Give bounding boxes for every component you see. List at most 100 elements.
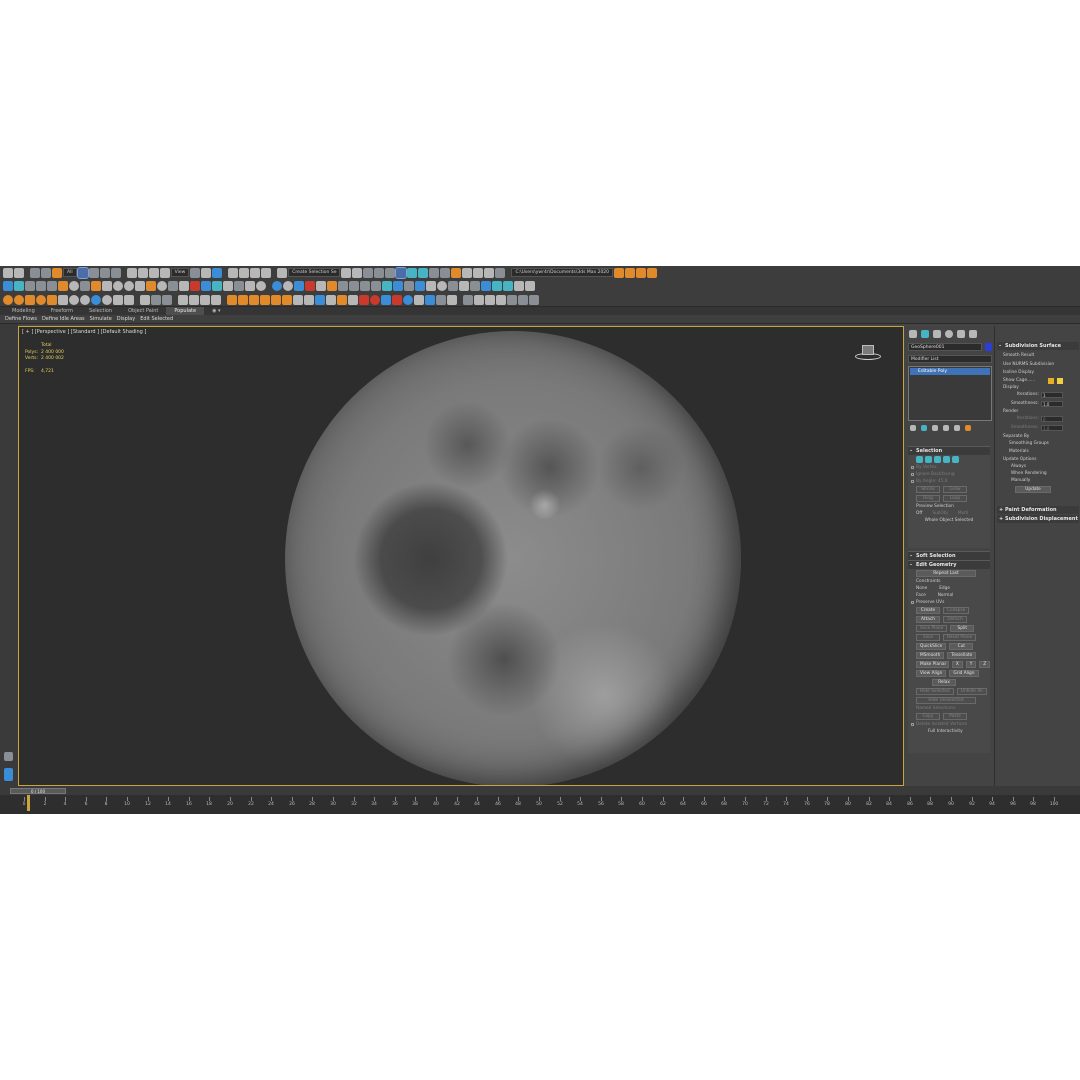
render-sphere-icon[interactable]: [316, 281, 326, 291]
orange-ring-icon[interactable]: [36, 294, 46, 305]
selection-filter-dropdown[interactable]: All: [63, 268, 77, 277]
light-icon[interactable]: [58, 281, 68, 291]
msmooth-button[interactable]: MSmooth: [916, 652, 945, 659]
fx-flame-6-icon[interactable]: [282, 294, 292, 305]
ribbon-tab-modeling[interactable]: Modeling: [4, 307, 43, 315]
stop-icon[interactable]: [151, 294, 161, 305]
angle-snap-icon[interactable]: [239, 267, 250, 278]
render-refresh-icon[interactable]: [437, 281, 447, 291]
subdivision-surface-header[interactable]: Subdivision Surface: [997, 342, 1079, 350]
render-smoothness-spinner[interactable]: 1,0: [1041, 425, 1063, 431]
ribbon-tab-object-paint[interactable]: Object Paint: [120, 307, 166, 315]
render-glass-icon[interactable]: [492, 281, 502, 291]
motion-tab-icon[interactable]: [945, 330, 953, 338]
planar-z-button[interactable]: Z: [979, 661, 990, 668]
materials-checkbox[interactable]: Materials: [1009, 448, 1029, 455]
viewcube-icon[interactable]: [855, 343, 881, 363]
rotate-icon[interactable]: [137, 267, 148, 278]
display-button[interactable]: Display: [117, 315, 135, 323]
full-interactivity-checkbox[interactable]: Full Interactivity: [908, 728, 990, 735]
render-region-icon[interactable]: [349, 281, 359, 291]
fx-grey-icon[interactable]: [348, 294, 358, 305]
isoline-display-checkbox[interactable]: Isoline Display: [1003, 369, 1034, 376]
fx-sphere-icon[interactable]: [315, 294, 325, 305]
bone-icon[interactable]: [212, 281, 222, 291]
render-camera-icon[interactable]: [294, 281, 304, 291]
tools-icon[interactable]: [113, 294, 123, 305]
cage-color-2-swatch[interactable]: [1057, 378, 1063, 384]
time-slider[interactable]: 0 / 100: [10, 788, 66, 794]
cut-button[interactable]: Cut: [949, 643, 974, 650]
place-icon[interactable]: [159, 267, 170, 278]
subdivision-displacement-header[interactable]: Subdivision Displacement: [997, 515, 1079, 523]
object-color-swatch[interactable]: [985, 343, 992, 351]
attach-button[interactable]: Attach: [916, 616, 940, 623]
hierarchy-tab-icon[interactable]: [933, 330, 941, 338]
render-water-icon[interactable]: [481, 281, 491, 291]
particle-icon[interactable]: [124, 281, 134, 291]
compound-icon[interactable]: [223, 281, 233, 291]
key-filter-icon[interactable]: [507, 294, 517, 305]
paint-deformation-header[interactable]: Paint Deformation: [997, 506, 1079, 514]
fire-effect-icon[interactable]: [3, 294, 13, 305]
cylinder-icon[interactable]: [25, 281, 35, 291]
ribbon-options-icon[interactable]: ◉ ▾: [204, 307, 228, 315]
daylight-icon[interactable]: [146, 281, 156, 291]
dot-icon[interactable]: [474, 294, 484, 305]
render-teapot-icon[interactable]: [462, 267, 473, 278]
viewport-layout-icon[interactable]: [463, 294, 473, 305]
render-red-icon[interactable]: [305, 281, 315, 291]
vertex-mode-icon[interactable]: [916, 456, 923, 463]
display-smoothness-spinner[interactable]: 1,0: [1041, 401, 1063, 407]
constraint-none-radio[interactable]: None: [916, 585, 927, 592]
link-icon[interactable]: [30, 267, 40, 278]
create-button[interactable]: Create: [916, 607, 940, 614]
grid-align-button[interactable]: Grid Align: [949, 670, 979, 677]
modifier-list-dropdown[interactable]: Modifier List: [908, 355, 992, 363]
bind-space-warp-icon[interactable]: [52, 267, 62, 278]
paste-button[interactable]: Paste: [943, 713, 967, 720]
constraint-edge-radio[interactable]: Edge: [939, 585, 950, 592]
preview-off-radio[interactable]: Off: [916, 510, 922, 517]
undo-icon[interactable]: [3, 267, 13, 278]
unhide-all-button[interactable]: Unhide All: [956, 688, 987, 695]
edge-mode-icon[interactable]: [925, 456, 932, 463]
export-icon[interactable]: [529, 294, 539, 305]
stop-square-icon[interactable]: [200, 294, 210, 305]
system-icon[interactable]: [201, 281, 211, 291]
camera-icon[interactable]: [80, 281, 90, 291]
open-project-icon[interactable]: [625, 267, 636, 278]
fx-mesh-icon[interactable]: [414, 294, 424, 305]
plane-icon[interactable]: [36, 281, 46, 291]
remove-modifier-icon[interactable]: [943, 425, 949, 431]
a360-gallery-icon[interactable]: [484, 267, 495, 278]
box-icon[interactable]: [3, 281, 13, 291]
split-checkbox[interactable]: Split: [950, 625, 975, 632]
constraint-face-radio[interactable]: Face: [916, 592, 926, 599]
ignore-backfacing-checkbox[interactable]: Ignore Backfacing: [908, 471, 990, 478]
spinner-snap-icon[interactable]: [261, 267, 272, 278]
create-tab-icon[interactable]: [909, 330, 917, 338]
render-tile-icon[interactable]: [448, 281, 458, 291]
view-align-button[interactable]: View Align: [916, 670, 947, 677]
help-icon[interactable]: [447, 294, 457, 305]
soft-selection-header[interactable]: Soft Selection: [908, 552, 990, 560]
display-iterations-spinner[interactable]: 1: [1041, 392, 1063, 398]
fx-flame-2-icon[interactable]: [238, 294, 248, 305]
project-settings-icon[interactable]: [647, 267, 658, 278]
white-object-icon[interactable]: [58, 294, 68, 305]
sun-icon[interactable]: [91, 281, 101, 291]
cone-icon[interactable]: [135, 281, 145, 291]
object-name-field[interactable]: GeoSphere001: [908, 343, 982, 351]
viewport-label[interactable]: [ + ] [Perspective ] [Standard ] [Defaul…: [22, 329, 146, 335]
orange-sphere-icon[interactable]: [14, 294, 24, 305]
constraint-normal-radio[interactable]: Normal: [938, 592, 954, 599]
cloth-icon[interactable]: [245, 281, 255, 291]
fx-red-1-icon[interactable]: [359, 294, 369, 305]
named-selection-set-dropdown[interactable]: Create Selection Se: [288, 268, 341, 277]
fx-flame-5-icon[interactable]: [271, 294, 281, 305]
fx-red-2-icon[interactable]: [370, 294, 380, 305]
grow-button[interactable]: Grow: [943, 486, 967, 493]
stack-item-editable-poly[interactable]: Editable Poly: [910, 368, 990, 375]
fx-cloud-icon[interactable]: [304, 294, 314, 305]
